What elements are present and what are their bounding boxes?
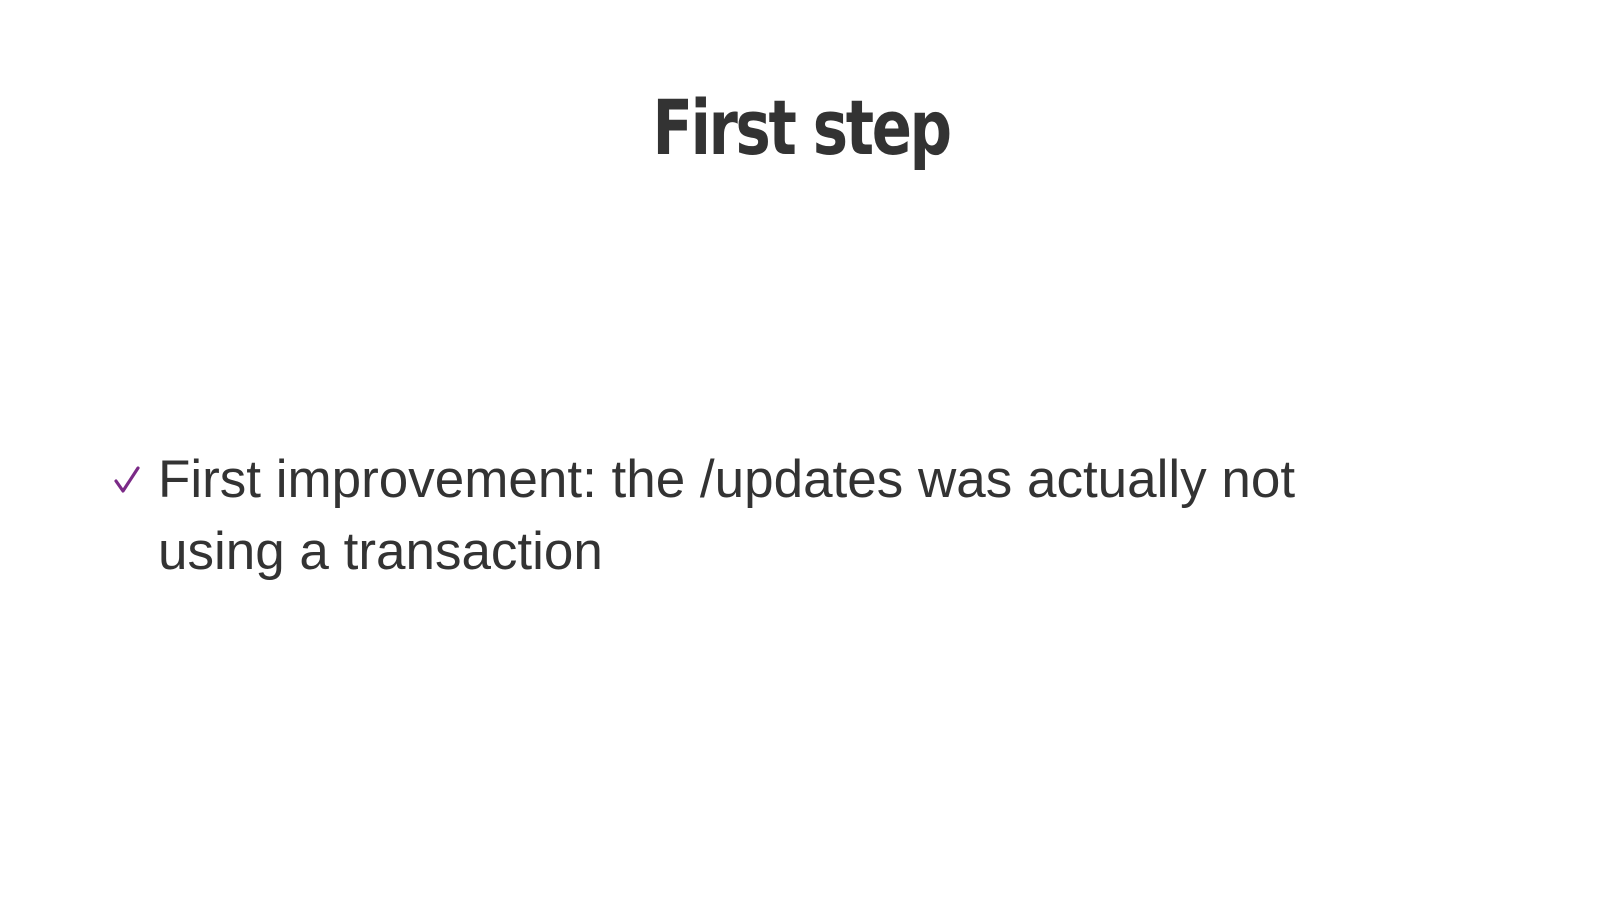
list-item: First improvement: the /updates was actu… bbox=[112, 444, 1412, 588]
slide: First step First improvement: the /updat… bbox=[0, 0, 1600, 900]
checkmark-icon bbox=[112, 444, 142, 516]
slide-title: First step bbox=[652, 83, 953, 172]
bullet-text: First improvement: the /updates was actu… bbox=[158, 450, 1296, 581]
bullet-list: First improvement: the /updates was actu… bbox=[112, 444, 1412, 588]
